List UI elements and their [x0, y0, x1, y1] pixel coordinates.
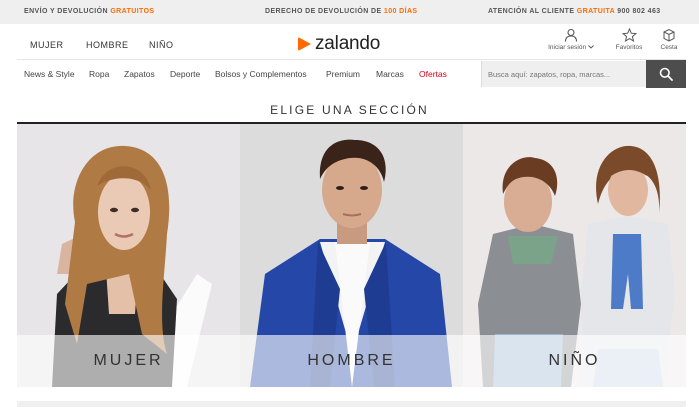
- shipping-info: ENVÍO Y DEVOLUCIÓN GRATUITOS: [24, 8, 155, 15]
- gender-link-nino[interactable]: NIÑO: [149, 40, 174, 50]
- section-label: NIÑO: [548, 352, 601, 369]
- section-label-bar: MUJER: [17, 335, 240, 387]
- chevron-down-icon: [588, 45, 594, 49]
- search-box: [481, 61, 647, 87]
- search-input[interactable]: [482, 61, 642, 87]
- nav-item-ofertas[interactable]: Ofertas: [419, 69, 447, 79]
- shipping-prefix: ENVÍO Y DEVOLUCIÓN: [24, 8, 108, 15]
- bag-icon: [663, 28, 675, 42]
- nav-item-bolsos[interactable]: Bolsos y Complementos: [215, 69, 307, 79]
- section-label-bar: NIÑO: [463, 335, 686, 387]
- site-header: MUJER HOMBRE NIÑO zalando Iniciar sesión…: [0, 24, 699, 60]
- content-below-strip: [17, 401, 686, 407]
- section-label: HOMBRE: [307, 352, 396, 369]
- cart-button[interactable]: Cesta: [656, 28, 682, 51]
- customer-service-info: ATENCIÓN AL CLIENTE GRATUITA 900 802 463: [488, 8, 661, 15]
- return-info: DERECHO DE DEVOLUCIÓN DE 100 DÍAS: [265, 8, 417, 15]
- return-highlight: 100 DÍAS: [383, 8, 418, 15]
- logo-mark-icon: [298, 37, 311, 51]
- nav-item-premium[interactable]: Premium: [326, 69, 360, 79]
- top-info-bar: ENVÍO Y DEVOLUCIÓN GRATUITOS DERECHO DE …: [0, 0, 699, 24]
- star-icon: [621, 28, 637, 42]
- shipping-highlight: GRATUITOS: [110, 8, 155, 15]
- category-nav: News & Style Ropa Zapatos Deporte Bolsos…: [17, 59, 686, 88]
- service-phone: 900 802 463: [617, 8, 661, 15]
- section-card-mujer[interactable]: MUJER: [17, 124, 240, 387]
- cart-label: Cesta: [660, 44, 678, 51]
- gender-link-hombre[interactable]: HOMBRE: [86, 40, 129, 50]
- section-card-nino[interactable]: NIÑO: [463, 124, 686, 387]
- nav-item-ropa[interactable]: Ropa: [89, 69, 109, 79]
- logo-text: zalando: [315, 33, 381, 54]
- search-icon: [659, 67, 673, 81]
- nav-item-news-style[interactable]: News & Style: [24, 69, 75, 79]
- zalando-logo[interactable]: zalando: [298, 33, 380, 55]
- nav-item-deporte[interactable]: Deporte: [170, 69, 200, 79]
- favorites-label: Favoritos: [615, 44, 643, 51]
- section-label-bar: HOMBRE: [240, 335, 463, 387]
- account-button[interactable]: Iniciar sesión: [545, 28, 597, 51]
- section-label: MUJER: [93, 352, 164, 369]
- service-prefix: ATENCIÓN AL CLIENTE: [488, 8, 575, 15]
- gender-link-mujer[interactable]: MUJER: [30, 40, 64, 50]
- return-prefix: DERECHO DE DEVOLUCIÓN DE: [265, 8, 382, 15]
- account-label: Iniciar sesión: [548, 44, 587, 51]
- service-highlight: GRATUITA: [576, 8, 615, 15]
- search-button[interactable]: [646, 60, 686, 88]
- nav-item-zapatos[interactable]: Zapatos: [124, 69, 155, 79]
- section-card-hombre[interactable]: HOMBRE: [240, 124, 463, 387]
- nav-item-marcas[interactable]: Marcas: [376, 69, 404, 79]
- favorites-button[interactable]: Favoritos: [612, 28, 646, 51]
- section-title: ELIGE UNA SECCIÓN: [270, 103, 429, 117]
- user-icon: [564, 28, 578, 42]
